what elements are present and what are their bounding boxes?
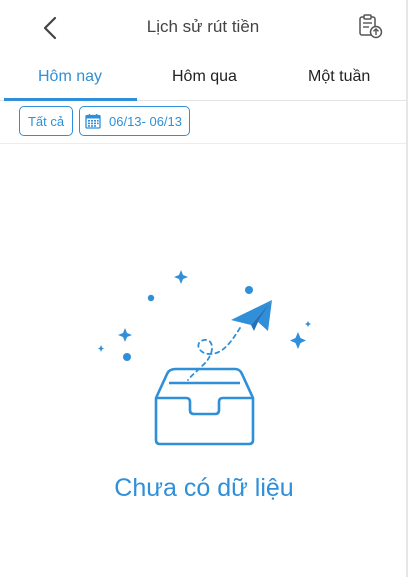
empty-inbox-paper-plane-icon xyxy=(98,270,311,446)
empty-state-message: Chưa có dữ liệu xyxy=(114,474,294,502)
filter-all-label: Tất cả xyxy=(27,113,65,129)
withdraw-record-button[interactable] xyxy=(356,12,384,40)
tab-one-week[interactable]: Một tuần xyxy=(308,68,370,86)
date-tabs: Hôm nay Hôm qua Một tuần xyxy=(0,56,406,101)
calendar-icon xyxy=(85,114,101,129)
filter-all-button[interactable]: Tất cả xyxy=(19,106,73,136)
app-frame: Lịch sử rút tiền Hôm nay Hôm qua Một tuầ… xyxy=(0,0,408,577)
date-range-label: 06/13- 06/13 xyxy=(109,113,183,129)
date-range-button[interactable]: 06/13- 06/13 xyxy=(79,106,190,136)
tab-today[interactable]: Hôm nay xyxy=(38,68,102,86)
tab-yesterday[interactable]: Hôm qua xyxy=(172,68,237,86)
clipboard-upload-icon xyxy=(359,14,383,39)
filter-bar: Tất cả 06/13- 06/13 xyxy=(0,101,406,144)
page-title: Lịch sử rút tiền xyxy=(146,17,260,36)
app-header: Lịch sử rút tiền xyxy=(0,0,406,56)
